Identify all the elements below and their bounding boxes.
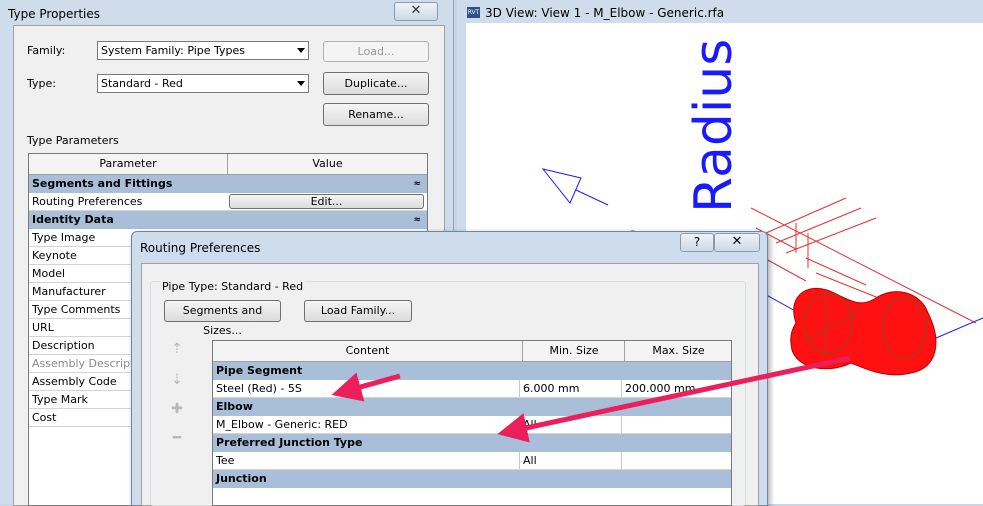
annotation-arrow-elbow	[497, 355, 851, 443]
annotation-arrows	[331, 355, 851, 443]
annotation-arrow-segment	[331, 372, 401, 402]
